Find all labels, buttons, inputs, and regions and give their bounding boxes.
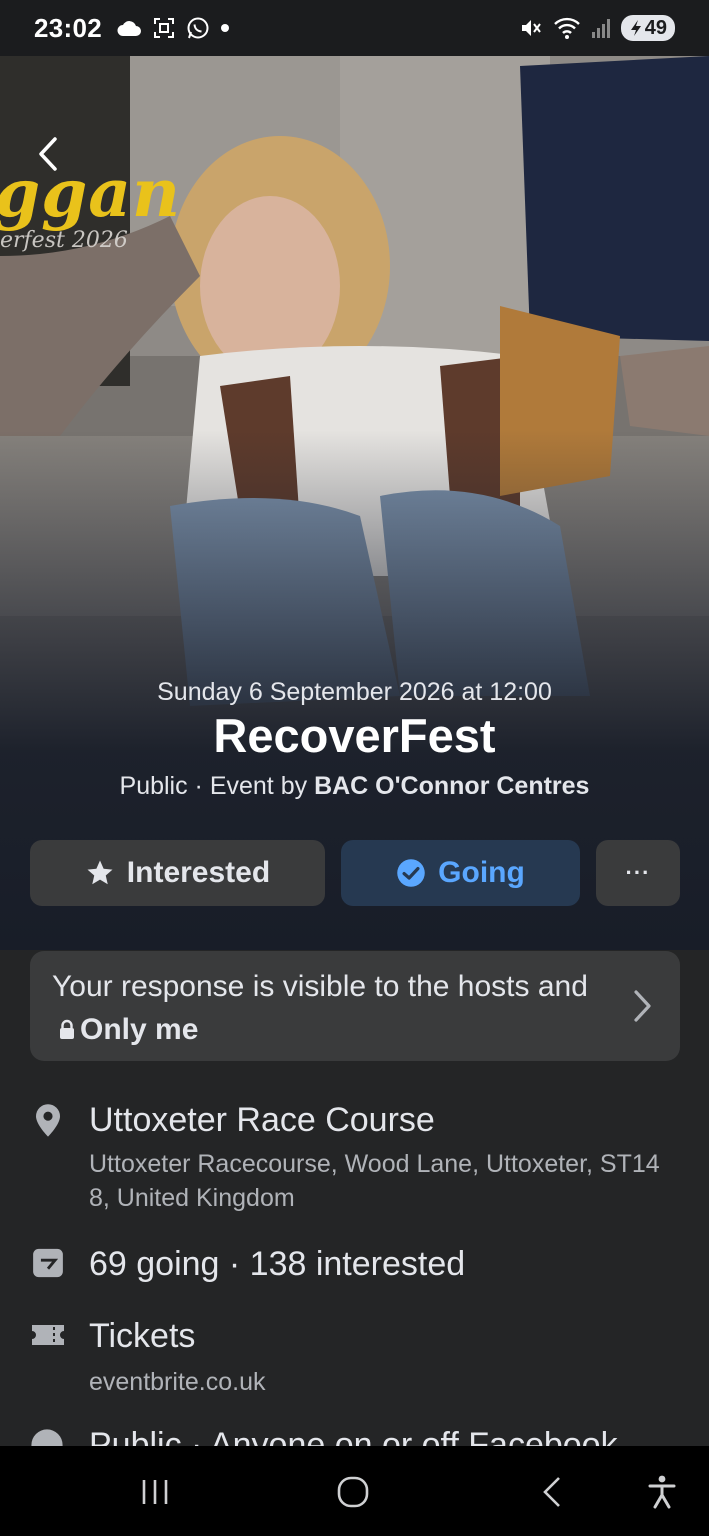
screenshot-icon xyxy=(154,18,174,38)
location-address: Uttoxeter Racecourse, Wood Lane, Uttoxet… xyxy=(89,1150,660,1212)
map-pin-icon xyxy=(30,1103,66,1139)
system-nav-bar xyxy=(0,1446,709,1536)
event-cover: ggan erfest 2026 Sunday 6 September 2026… xyxy=(0,56,709,950)
charging-icon xyxy=(630,20,641,36)
calendar-check-icon xyxy=(30,1245,66,1281)
more-options-button[interactable]: ··· xyxy=(596,840,680,906)
partial-row: Public · Anyone on or off Facebook xyxy=(0,1420,709,1446)
globe-icon xyxy=(31,1429,63,1446)
ticket-icon xyxy=(30,1317,66,1353)
going-button[interactable]: Going xyxy=(341,840,580,906)
check-circle-icon xyxy=(397,859,425,887)
rsvp-actions: Interested Going ··· xyxy=(30,840,680,906)
back-nav-button[interactable] xyxy=(530,1470,574,1514)
notice-prefix: Your response is visible to the hosts an… xyxy=(52,970,588,1003)
cloud-icon xyxy=(117,21,141,36)
attendance-row[interactable]: 69 going · 138 interested xyxy=(0,1242,709,1292)
accessibility-button[interactable] xyxy=(640,1470,684,1514)
location-name: Uttoxeter Race Course xyxy=(89,1101,435,1139)
tickets-site[interactable]: eventbrite.co.uk xyxy=(89,1365,669,1399)
back-button[interactable] xyxy=(28,134,68,174)
accessibility-icon xyxy=(648,1475,676,1509)
mute-icon xyxy=(521,20,541,36)
interested-label: Interested xyxy=(126,856,271,889)
attendance-count: 69 going · 138 interested xyxy=(89,1245,466,1283)
whatsapp-icon xyxy=(187,17,209,39)
signal-icon xyxy=(591,19,610,38)
event-privacy: Public xyxy=(119,772,188,800)
wifi-icon xyxy=(553,17,580,39)
status-bar: 23:02 49 xyxy=(0,0,709,56)
poster-subtitle-text: erfest 2026 xyxy=(0,228,128,253)
tickets-row[interactable]: Tickets eventbrite.co.uk xyxy=(0,1315,709,1405)
event-meta: Public · Event by BAC O'Connor Centres xyxy=(0,772,709,801)
home-button[interactable] xyxy=(331,1470,375,1514)
notification-dot-icon xyxy=(221,24,229,32)
notice-audience: Only me xyxy=(80,1013,199,1046)
lock-icon xyxy=(60,1019,74,1039)
recent-apps-icon xyxy=(142,1480,168,1504)
chevron-left-icon xyxy=(39,137,57,171)
recent-apps-button[interactable] xyxy=(133,1470,177,1514)
interested-button[interactable]: Interested xyxy=(30,840,325,906)
back-icon xyxy=(543,1477,560,1507)
battery-level: 49 xyxy=(644,16,667,39)
response-visibility-notice[interactable]: Your response is visible to the hosts an… xyxy=(30,951,680,1061)
more-options-label: ··· xyxy=(625,860,651,885)
battery-indicator: 49 xyxy=(620,15,675,41)
partial-row-text: Public · Anyone on or off Facebook xyxy=(89,1426,618,1446)
chevron-right-icon xyxy=(634,990,651,1022)
status-time: 23:02 xyxy=(34,12,102,43)
meta-separator: · xyxy=(187,772,210,800)
notice-text: Your response is visible to the hosts an… xyxy=(52,965,592,1051)
event-host-link[interactable]: BAC O'Connor Centres xyxy=(314,772,589,800)
going-label: Going xyxy=(438,856,525,889)
star-icon xyxy=(87,860,113,885)
event-by-prefix: Event by xyxy=(209,772,315,800)
tickets-label: Tickets xyxy=(89,1317,196,1355)
location-row[interactable]: Uttoxeter Race Course Uttoxeter Racecour… xyxy=(0,1095,709,1215)
event-date: Sunday 6 September 2026 at 12:00 xyxy=(157,678,552,706)
home-icon xyxy=(337,1476,369,1508)
event-title: RecoverFest xyxy=(213,709,496,762)
